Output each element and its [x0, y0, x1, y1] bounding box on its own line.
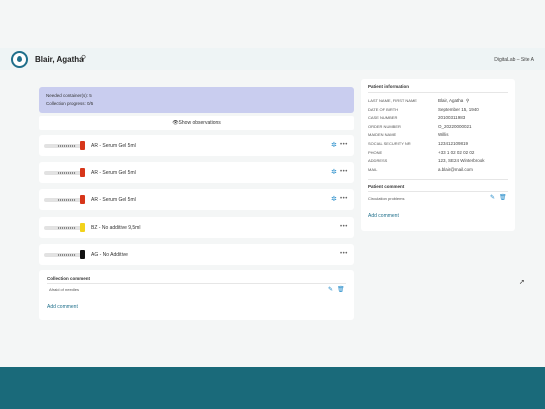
field-value: Blair, Agatha [438, 98, 464, 103]
tube-cap [80, 168, 85, 177]
collection-progress: Collection progress: 0/5 [46, 101, 94, 106]
drop-logo-icon [11, 51, 28, 68]
more-options-icon[interactable]: ••• [340, 169, 348, 175]
collection-comment-title: Collection comment [47, 276, 91, 281]
divider [47, 283, 346, 284]
patient-information-card: Patient information LAST NAME, FIRST NAM… [361, 79, 515, 231]
field-key: MAIL [368, 166, 378, 172]
more-options-icon[interactable]: ••• [340, 224, 348, 230]
tube-cap [80, 141, 85, 150]
add-patient-comment-link[interactable]: Add comment [368, 213, 399, 219]
field-key: PHONE [368, 149, 383, 155]
field-value: +33 1 02 02 02 02 [438, 149, 475, 155]
field-key: ADDRESS [368, 158, 388, 164]
needed-containers: Needed container(s): 5 [46, 93, 92, 98]
tube-cap [80, 223, 85, 232]
field-value: September 15, 1940 [438, 106, 479, 112]
field-value: a.blair@mail.com [438, 166, 473, 172]
field-key: CASE NUMBER [368, 115, 398, 121]
divider [368, 92, 508, 93]
mouse-cursor-icon: ➚ [519, 279, 525, 286]
show-observations-label: Show observations [178, 120, 221, 126]
location-pin-icon: ⚲ [466, 98, 470, 103]
field-value: O_20220000021 [438, 123, 472, 129]
tube-label: AR - Serum Gel 5ml [91, 143, 136, 149]
add-collection-comment-link[interactable]: Add comment [47, 304, 78, 310]
field-value: 123, SE24 Winterbrook [438, 158, 485, 164]
patient-name: Blair, Agatha [35, 55, 84, 64]
edit-pencil-icon[interactable]: ✎ [490, 194, 495, 201]
edit-pencil-icon[interactable]: ✎ [328, 286, 333, 293]
more-options-icon[interactable]: ••• [340, 142, 348, 148]
field-value: 20100311983 [438, 115, 466, 121]
trash-icon[interactable]: 🗑 [337, 286, 345, 293]
field-key: DATE OF BIRTH [368, 106, 399, 112]
tube-barcode [58, 145, 76, 147]
site-label[interactable]: DigitaLab – Site A [494, 57, 534, 63]
tube-graphic [44, 198, 85, 202]
tube-label: AR - Serum Gel 5ml [91, 197, 136, 203]
field-key: SOCIAL SECURITY NR [368, 141, 411, 146]
collection-comment-card: Collection comment Afraid of needles ✎ 🗑… [39, 270, 354, 320]
tube-row[interactable]: AG - No Additive ••• [39, 244, 354, 265]
tube-barcode [58, 254, 76, 256]
divider [368, 191, 508, 192]
patient-comment-text: Circulation problems [368, 196, 405, 201]
tube-barcode [58, 227, 76, 229]
trash-icon[interactable]: 🗑 [499, 194, 507, 201]
gear-icon[interactable]: ✲ [331, 196, 337, 203]
tube-graphic [44, 171, 85, 175]
tube-barcode [58, 199, 76, 201]
tube-row[interactable]: AR - Serum Gel 5ml ✲ ••• [39, 162, 354, 183]
tube-graphic [44, 253, 85, 257]
gear-icon[interactable]: ✲ [331, 142, 337, 149]
tube-row[interactable]: AR - Serum Gel 5ml ✲ ••• [39, 135, 354, 156]
tube-label: AG - No Additive [91, 252, 128, 258]
more-options-icon[interactable]: ••• [340, 251, 348, 257]
patient-info-title: Patient information [368, 84, 410, 89]
field-value: Willis [438, 132, 449, 138]
gear-icon[interactable]: ✲ [331, 169, 337, 176]
tube-row[interactable]: BZ - No additive 9,5ml ••• [39, 217, 354, 238]
field-key: ORDER NUMBER [368, 123, 401, 129]
field-key: MAIDEN NAME [368, 132, 397, 138]
tube-graphic [44, 226, 85, 230]
divider [368, 179, 508, 180]
tube-label: BZ - No additive 9,5ml [91, 225, 141, 231]
more-options-icon[interactable]: ••• [340, 196, 348, 202]
field-key: LAST NAME, FIRST NAME [368, 98, 417, 103]
tube-graphic [44, 144, 85, 148]
field-value: 123412109819 [438, 141, 469, 146]
tube-barcode [58, 172, 76, 174]
show-observations-button[interactable]: 👁Show observations [39, 116, 354, 130]
footer-bar [0, 367, 545, 409]
patient-comment-title: Patient comment [368, 184, 405, 189]
tube-cap [80, 250, 85, 259]
collection-status-box: Needed container(s): 5 Collection progre… [39, 87, 354, 113]
collection-comment-text: Afraid of needles [49, 287, 80, 292]
tube-cap [80, 195, 85, 204]
tube-row[interactable]: AR - Serum Gel 5ml ✲ ••• [39, 189, 354, 210]
location-pin-icon[interactable]: ⚲ [81, 54, 86, 62]
tube-label: AR - Serum Gel 5ml [91, 170, 136, 176]
top-strip [0, 0, 545, 48]
